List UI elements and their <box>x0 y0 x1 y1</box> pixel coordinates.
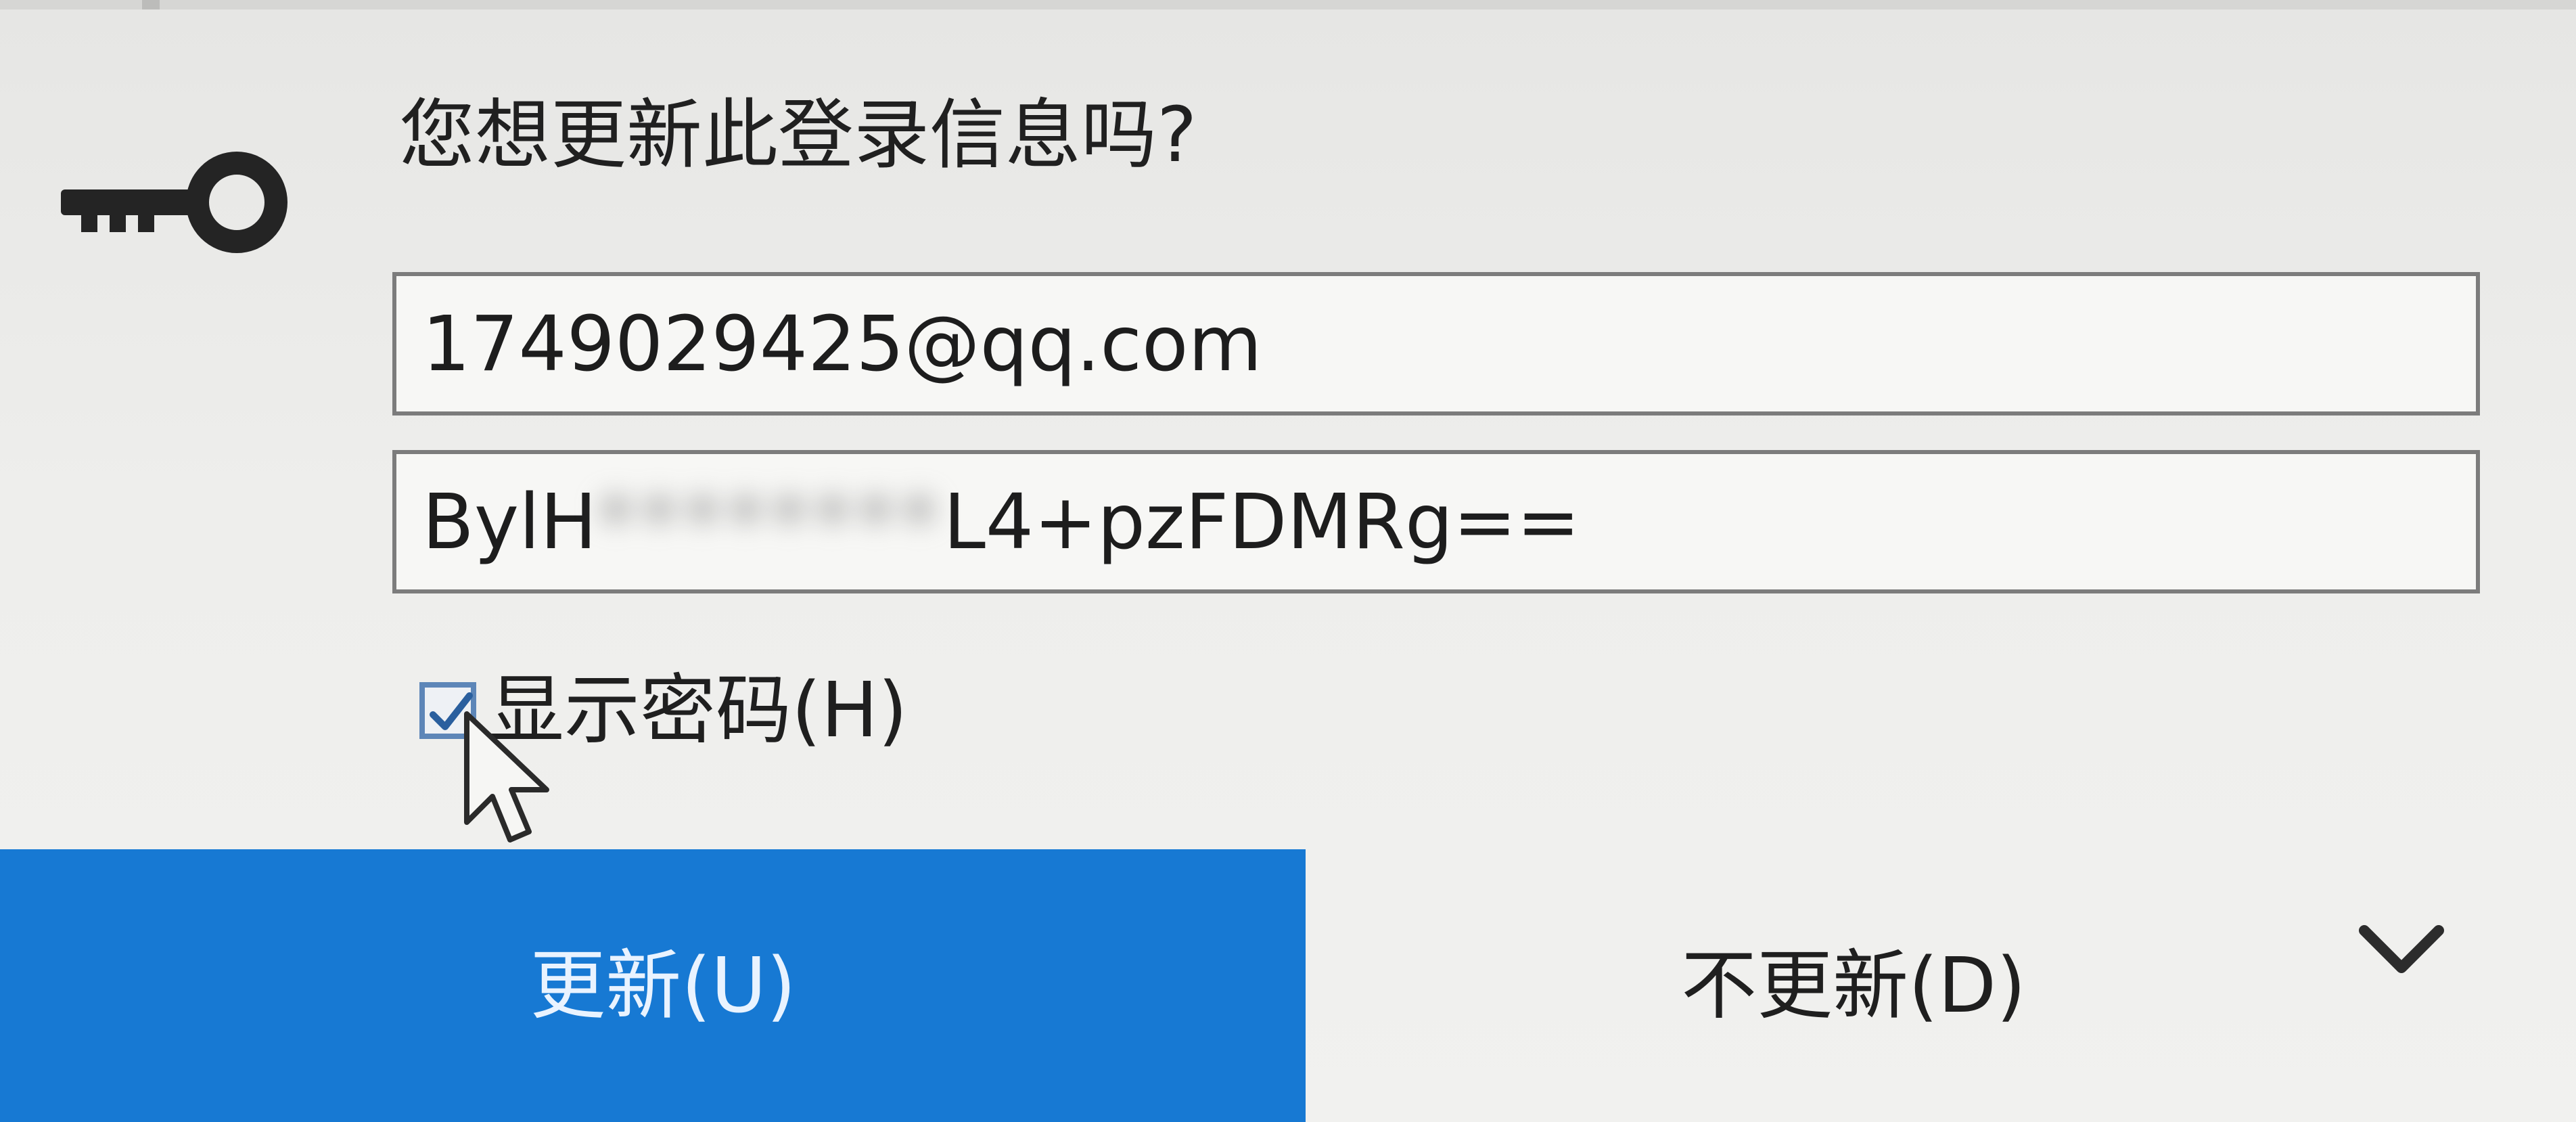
update-button[interactable]: 更新(U) <box>0 849 1306 1122</box>
password-field[interactable]: BylH********L4+pzFDMRg== <box>392 450 2480 593</box>
dialog-top-edge <box>0 0 2576 9</box>
username-field[interactable]: 1749029425@qq.com <box>392 272 2480 416</box>
dialog-title: 您想更新此登录信息吗? <box>399 91 1197 179</box>
username-value: 1749029425@qq.com <box>422 300 1262 388</box>
update-login-dialog: 您想更新此登录信息吗? 1749029425@qq.com BylH******… <box>0 0 2576 1122</box>
update-button-label: 更新(U) <box>530 941 796 1030</box>
password-visible-end: L4+pzFDMRg== <box>943 478 1580 566</box>
no-update-button[interactable]: 不更新(D) <box>1306 849 2361 1122</box>
chevron-down-icon[interactable] <box>2341 900 2462 1002</box>
password-value: BylH********L4+pzFDMRg== <box>422 472 1580 573</box>
password-redacted-segment: ******** <box>597 478 944 566</box>
key-icon <box>61 152 288 253</box>
mouse-cursor-icon <box>464 711 549 843</box>
no-update-button-label: 不更新(D) <box>1681 941 2026 1030</box>
password-visible-start: BylH <box>422 478 597 566</box>
